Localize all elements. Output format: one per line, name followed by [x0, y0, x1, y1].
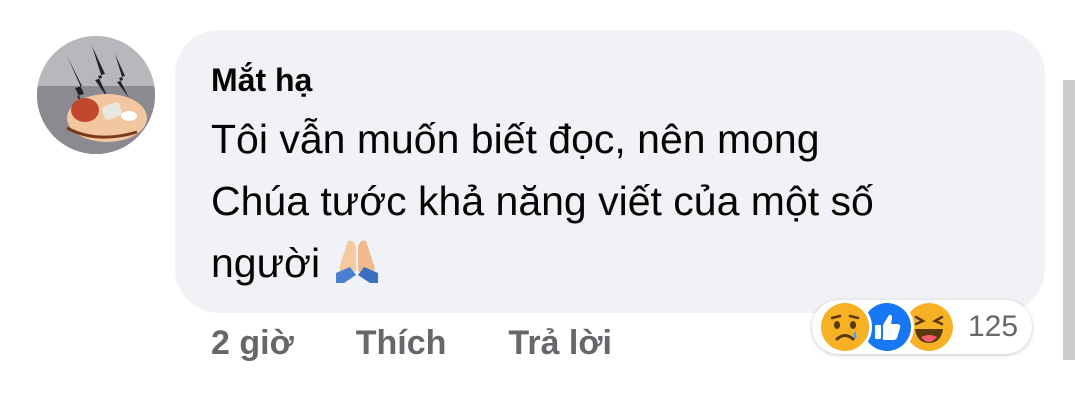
comment-line: Tôi vẫn muốn biết đọc, nên mong — [211, 116, 820, 162]
avatar[interactable] — [37, 36, 155, 154]
folded-hands-emoji-icon — [334, 237, 380, 300]
reaction-count: 125 — [968, 310, 1019, 343]
reaction-summary[interactable]: 125 — [812, 300, 1033, 354]
comment-timestamp[interactable]: 2 giờ — [211, 324, 294, 363]
comment-line: Chúa tước khả năng viết của một số — [211, 178, 874, 224]
comment-actions: 2 giờ Thích Trả lời — [211, 318, 612, 368]
comment-author[interactable]: Mắt hạ — [211, 55, 312, 105]
comment-line: người — [211, 240, 321, 286]
like-button[interactable]: Thích — [356, 324, 447, 363]
reply-button[interactable]: Trả lời — [508, 324, 612, 363]
sad-reaction-icon — [818, 300, 872, 354]
comment-text: Tôi vẫn muốn biết đọc, nên mong Chúa tướ… — [211, 108, 1011, 300]
avatar-image — [37, 36, 155, 154]
scrollbar[interactable] — [1063, 80, 1075, 360]
comment-line-last: người — [211, 232, 1011, 300]
